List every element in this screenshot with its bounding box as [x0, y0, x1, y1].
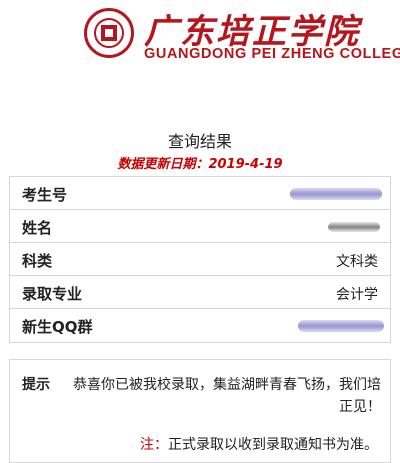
update-date-line: 数据更新日期：2019-4-19	[0, 153, 400, 172]
college-header: 广东培正学院 GUANGDONG PEI ZHENG COLLEGE	[0, 0, 400, 75]
tip-label: 提示	[22, 377, 50, 393]
category-label: 科类	[22, 252, 53, 270]
major-label: 录取专业	[22, 285, 83, 303]
admission-result-table: 考生号 姓名 科类 文科类 录取专业 会计学 新生QQ群	[9, 176, 391, 343]
row-name: 姓名	[10, 210, 390, 243]
row-qq-group: 新生QQ群	[10, 309, 390, 342]
tip-text: 恭喜你已被我校录取，集益湖畔青春飞扬，我们培正见！	[73, 377, 381, 415]
note-label: 注：	[140, 437, 168, 453]
note-text: 正式录取以收到录取通知书为准。	[168, 437, 378, 453]
exam-number-label: 考生号	[22, 186, 68, 204]
category-value: 文科类	[336, 254, 378, 270]
row-category: 科类 文科类	[10, 243, 390, 276]
qq-group-redacted	[298, 320, 384, 332]
major-value: 会计学	[336, 287, 378, 303]
note-line: 注：正式录取以收到录取通知书为准。	[140, 434, 378, 454]
exam-number-redacted	[290, 188, 382, 200]
name-redacted	[328, 222, 380, 232]
update-date: 2019-4-19	[208, 157, 283, 172]
college-logo	[84, 8, 134, 58]
result-title: 查询结果	[167, 132, 232, 151]
logo-emblem	[101, 25, 117, 41]
name-label: 姓名	[22, 219, 53, 237]
notice-box: 提示 恭喜你已被我校录取，集益湖畔青春飞扬，我们培正见！ 注：正式录取以收到录取…	[9, 359, 391, 463]
update-label: 数据更新日期：	[117, 157, 209, 172]
college-name-en: GUANGDONG PEI ZHENG COLLEGE	[144, 46, 400, 62]
row-exam-number: 考生号	[10, 177, 390, 210]
qq-group-label: 新生QQ群	[22, 318, 93, 336]
row-major: 录取专业 会计学	[10, 276, 390, 309]
